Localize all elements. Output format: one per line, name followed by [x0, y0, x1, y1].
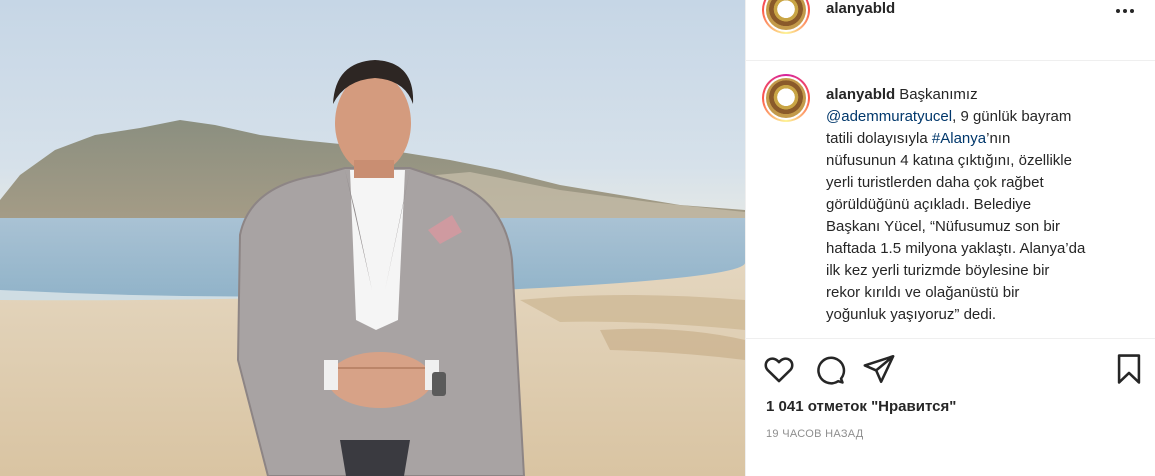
more-dot	[1130, 9, 1134, 13]
caption-line: rekor kırıldı ve olağanüstü bir	[826, 284, 1020, 301]
post-photo[interactable]	[0, 0, 745, 476]
caption-segment: tatili dolayısıyla	[826, 130, 932, 147]
caption-line: yerli turistlerden daha çok rağbet	[826, 174, 1044, 191]
mention-link[interactable]: @ademmuratyucel	[826, 108, 952, 125]
avatar-image	[766, 78, 806, 118]
caption-line: alanyabld Başkanımız	[826, 84, 1136, 106]
likes-count[interactable]: 1 041 отметок "Нравится"	[766, 398, 956, 415]
caption-avatar[interactable]	[762, 74, 810, 122]
post-header: alanyabld	[746, 0, 1155, 38]
caption-segment: , 9 günlük bayram	[952, 108, 1072, 125]
avatar[interactable]	[762, 0, 810, 34]
caption-line: yoğunluk yaşıyoruz” dedi.	[826, 306, 997, 323]
action-bar	[746, 350, 1155, 390]
caption-segment: ’nın	[986, 130, 1011, 147]
avatar-frame	[764, 76, 808, 120]
more-dot	[1116, 9, 1120, 13]
comment-icon[interactable]	[812, 352, 846, 386]
caption-line: tatili dolayısıyla #Alanya’nın	[826, 128, 1136, 150]
avatar-image	[766, 0, 806, 30]
share-icon[interactable]	[862, 352, 896, 386]
more-icon[interactable]	[1116, 0, 1144, 16]
post-panel: alanyabld alanyabld Başkanımız @ademmurat…	[745, 0, 1155, 476]
caption-line: Başkanı Yücel, “Nüfusumuz son bir	[826, 218, 1061, 235]
caption-line: ilk kez yerli turizmde böylesine bir	[826, 262, 1050, 279]
caption-line: nüfusunun 4 katına çıktığını, özellikle	[826, 152, 1072, 169]
caption-username[interactable]: alanyabld	[826, 86, 895, 103]
caption-line: @ademmuratyucel, 9 günlük bayram	[826, 106, 1136, 128]
header-divider	[746, 60, 1155, 61]
caption-segment: Başkanımız	[899, 86, 978, 103]
photo-scene	[0, 60, 745, 476]
avatar-frame	[764, 0, 808, 32]
actions-divider	[746, 338, 1155, 339]
caption-line: görüldüğünü açıkladı. Belediye	[826, 196, 1032, 213]
bookmark-icon[interactable]	[1112, 352, 1146, 386]
hashtag-link[interactable]: #Alanya	[932, 130, 986, 147]
heart-icon[interactable]	[762, 352, 796, 386]
caption-text: alanyabld Başkanımız @ademmuratyucel, 9 g…	[826, 84, 1136, 326]
header-username[interactable]: alanyabld	[826, 0, 895, 17]
caption-line: haftada 1.5 milyona yaklaştı. Alanya’da	[826, 240, 1086, 257]
post-timestamp[interactable]: 19 ЧАСОВ НАЗАД	[766, 428, 864, 440]
more-dot	[1123, 9, 1127, 13]
